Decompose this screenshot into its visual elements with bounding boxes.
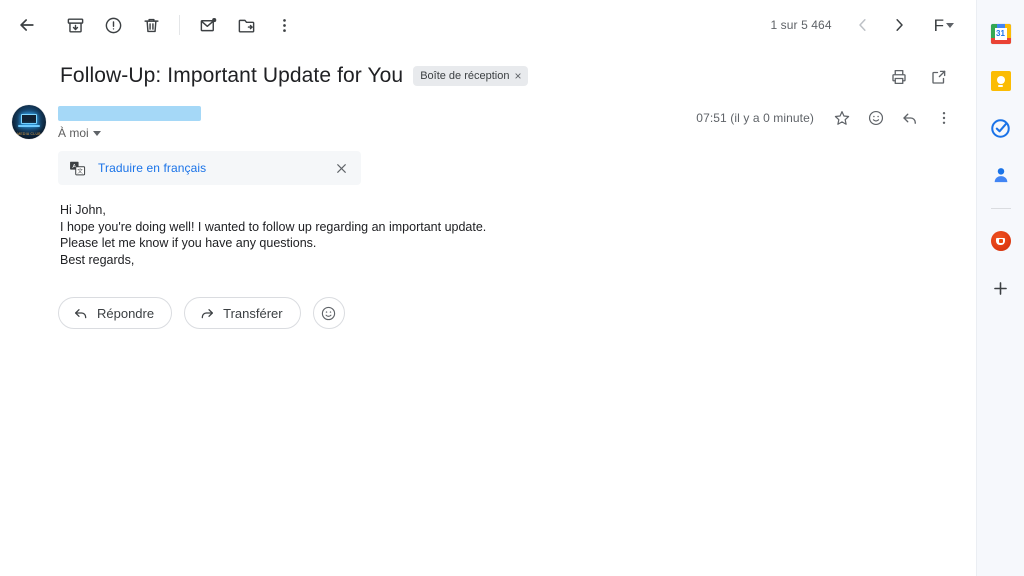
star-outline-icon	[834, 111, 850, 125]
more-vert-icon	[942, 112, 946, 124]
reply-button[interactable]: Répondre	[58, 297, 173, 329]
inbox-label-chip[interactable]: Boîte de réception ×	[413, 66, 528, 86]
inbox-label-text: Boîte de réception	[420, 69, 510, 82]
forward-button[interactable]: Transférer	[184, 297, 301, 329]
recipient-toggle[interactable]: À moi	[58, 126, 101, 140]
message-header: MEDIA CLUB À moi 07:51 (il y a 0 minute)	[0, 94, 976, 140]
google-contacts-icon	[994, 168, 1007, 183]
avatar-laptop-base	[18, 125, 40, 128]
open-in-new-window-button[interactable]	[922, 60, 956, 94]
report-spam-button[interactable]	[94, 6, 132, 44]
emoji-smile-icon	[868, 110, 884, 126]
plus-icon	[994, 281, 1007, 295]
close-icon	[336, 163, 346, 173]
side-panel-tasks[interactable]	[981, 108, 1021, 148]
archive-icon	[67, 17, 83, 33]
font-size-glyph: F	[933, 15, 944, 35]
google-keep-icon	[990, 71, 1011, 91]
side-panel: 31	[976, 0, 1024, 576]
reply-button-label: Répondre	[97, 305, 155, 321]
subject-row: Follow-Up: Important Update for You Boît…	[0, 50, 976, 94]
google-calendar-icon: 31	[990, 24, 1011, 44]
avatar[interactable]: MEDIA CLUB	[12, 105, 46, 139]
font-size-button[interactable]: F	[926, 8, 960, 42]
forward-button-label: Transférer	[223, 305, 283, 321]
back-button[interactable]	[8, 6, 46, 44]
sender-block: À moi	[58, 104, 201, 140]
archive-button[interactable]	[56, 6, 94, 44]
chevron-down-icon	[92, 130, 101, 136]
print-button[interactable]	[882, 60, 916, 94]
side-panel-addon[interactable]	[981, 221, 1021, 261]
reply-icon	[75, 309, 87, 319]
mark-unread-icon	[200, 17, 216, 31]
page-count: 1 sur 5 464	[770, 18, 832, 32]
translate-icon: A 文	[69, 160, 86, 177]
calendar-day: 31	[994, 28, 1007, 40]
emoji-smile-icon	[321, 306, 336, 320]
marketplace-addon-icon	[990, 231, 1011, 251]
message-body: Hi John, I hope you're doing well! I wan…	[60, 202, 760, 268]
message-actions: Répondre Transférer	[58, 297, 976, 329]
arrow-back-icon	[20, 19, 34, 31]
subject-actions	[882, 60, 956, 94]
chevron-right-icon	[895, 19, 903, 31]
gmail-message-view: 1 sur 5 464 F Follow-Up: Important Updat…	[0, 0, 1024, 576]
google-tasks-icon	[991, 118, 1010, 138]
body-line: Best regards,	[60, 252, 135, 267]
side-panel-add-button[interactable]	[981, 268, 1021, 308]
delete-icon	[143, 18, 159, 32]
chevron-down-icon	[946, 22, 954, 28]
emoji-react-button[interactable]	[312, 297, 345, 329]
recipient-label: À moi	[58, 126, 89, 140]
body-line: Hi John,	[60, 203, 106, 217]
translate-bar: A 文 Traduire en français	[58, 151, 361, 185]
forward-icon	[201, 309, 214, 319]
older-message-button[interactable]	[882, 8, 916, 42]
page-title: Follow-Up: Important Update for You	[60, 64, 404, 87]
body-line: Please let me know if you have any quest…	[60, 236, 317, 250]
side-panel-calendar[interactable]: 31	[981, 14, 1021, 54]
timestamp: 07:51 (il y a 0 minute)	[696, 111, 814, 125]
mark-unread-button[interactable]	[189, 6, 227, 44]
chevron-left-icon	[858, 19, 866, 31]
translate-link[interactable]: Traduire en français	[98, 161, 206, 175]
more-vert-icon	[282, 18, 286, 32]
toolbar-right-group: 1 sur 5 464 F	[770, 8, 966, 42]
reply-icon-button[interactable]	[894, 102, 926, 134]
reply-icon	[903, 113, 916, 124]
react-button[interactable]	[860, 102, 892, 134]
side-panel-divider	[990, 208, 1011, 209]
move-to-folder-icon	[238, 19, 254, 33]
star-button[interactable]	[826, 102, 858, 134]
delete-button[interactable]	[132, 6, 170, 44]
print-icon	[892, 69, 906, 85]
avatar-label: MEDIA CLUB	[17, 132, 41, 136]
open-in-new-icon	[932, 70, 946, 84]
toolbar-more-button[interactable]	[265, 6, 303, 44]
message-toolbar: 1 sur 5 464 F	[0, 0, 976, 50]
main-content-area: 1 sur 5 464 F Follow-Up: Important Updat…	[0, 0, 976, 576]
side-panel-contacts[interactable]	[981, 155, 1021, 195]
translate-close-button[interactable]	[330, 157, 352, 179]
body-line: I hope you're doing well! I wanted to fo…	[60, 219, 487, 234]
move-to-folder-button[interactable]	[227, 6, 265, 44]
side-panel-keep[interactable]	[981, 61, 1021, 101]
avatar-laptop-screen	[21, 114, 37, 124]
report-spam-icon	[105, 17, 121, 33]
sender-name-redacted	[58, 106, 201, 121]
translate-glyph: A 文	[70, 161, 86, 175]
newer-message-button[interactable]	[846, 8, 880, 42]
toolbar-divider	[179, 15, 180, 35]
message-more-button[interactable]	[928, 102, 960, 134]
remove-label-icon[interactable]: ×	[514, 70, 521, 82]
message-header-actions: 07:51 (il y a 0 minute)	[696, 102, 960, 134]
